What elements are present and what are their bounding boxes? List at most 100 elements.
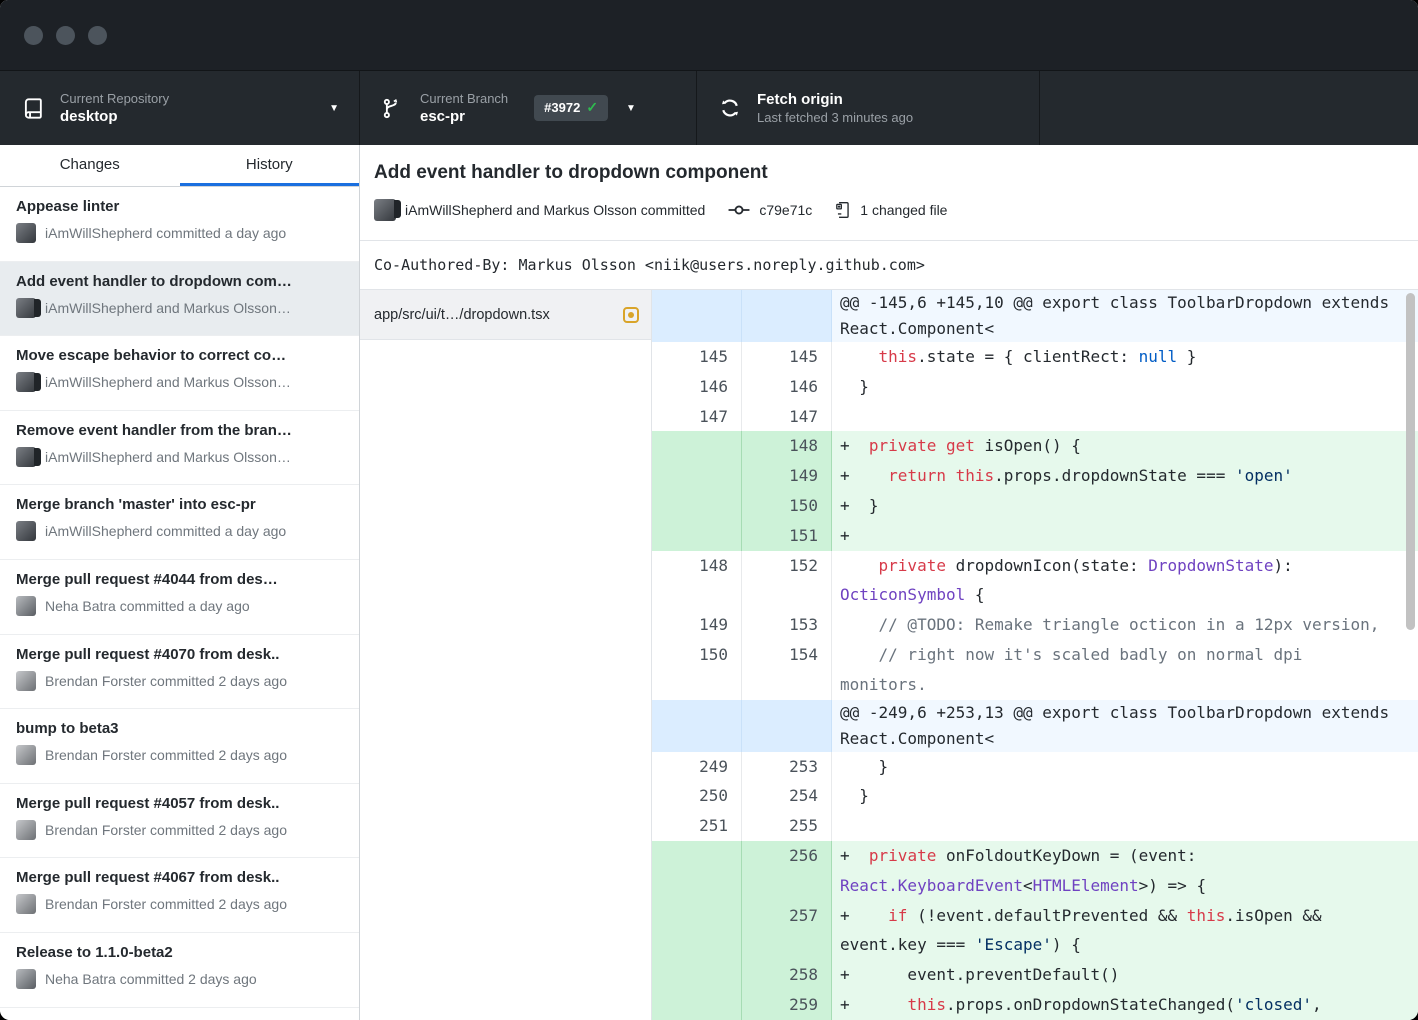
diff-row: 259+ this.props.onDropdownStateChanged('… — [652, 990, 1418, 1020]
diff-row: 256+ private onFoldoutKeyDown = (event: … — [652, 841, 1418, 901]
diff-row: 148152 private dropdownIcon(state: Dropd… — [652, 551, 1418, 611]
fetch-subtitle: Last fetched 3 minutes ago — [757, 109, 913, 126]
avatar — [16, 372, 36, 392]
branch-icon — [382, 98, 406, 119]
diff-row: 150154 // right now it's scaled badly on… — [652, 640, 1418, 700]
avatar — [16, 596, 36, 616]
repo-icon — [22, 97, 46, 120]
zoom-button[interactable] — [88, 26, 107, 45]
commit-description: Co-Authored-By: Markus Olsson <niik@user… — [360, 240, 1418, 290]
diff-line-content: + private get isOpen() { — [832, 431, 1418, 461]
commit-item-meta: Brendan Forster committed 2 days ago — [16, 894, 343, 914]
branch-label: Current Branch — [420, 90, 508, 107]
old-line-number: 249 — [652, 752, 742, 782]
tab-history[interactable]: History — [180, 145, 360, 186]
branch-name: esc-pr — [420, 107, 508, 126]
commit-list-item[interactable]: Move escape behavior to correct co… iAmWi… — [0, 336, 359, 411]
commit-item-title: Move escape behavior to correct co… — [16, 347, 343, 364]
commit-title: Add event handler to dropdown component — [374, 162, 1402, 184]
file-row[interactable]: app/src/ui/t…/dropdown.tsx — [360, 290, 651, 340]
diff-row: 258+ event.preventDefault() — [652, 960, 1418, 990]
avatar — [16, 745, 36, 765]
old-line-number — [652, 521, 742, 551]
commit-item-title: bump to beta3 — [16, 720, 343, 737]
commit-item-meta: iAmWillShepherd committed a day ago — [16, 223, 343, 243]
file-path: app/src/ui/t…/dropdown.tsx — [374, 307, 623, 323]
diff-line-content: @@ -249,6 +253,13 @@ export class Toolba… — [832, 700, 1418, 752]
new-line-number — [742, 700, 832, 752]
commit-list: Appease linter iAmWillShepherd committed … — [0, 187, 359, 1020]
commit-list-item[interactable]: Appease linter iAmWillShepherd committed … — [0, 187, 359, 262]
repository-dropdown-button[interactable]: Current Repository desktop ▼ — [0, 71, 360, 145]
commit-list-item[interactable]: Merge pull request #4044 from des…Neha B… — [0, 560, 359, 635]
commit-item-byline: iAmWillShepherd committed a day ago — [45, 225, 286, 241]
history-sidebar: Changes History Appease linter iAmWillShe… — [0, 145, 360, 1020]
commit-item-byline: iAmWillShepherd and Markus Olsson… — [45, 449, 291, 465]
commit-list-item[interactable]: Remove event handler from the bran… iAmWi… — [0, 411, 359, 486]
diff-line-content: this.state = { clientRect: null } — [832, 342, 1418, 372]
commit-item-meta: iAmWillShepherd and Markus Olsson… — [16, 372, 343, 392]
commit-list-item[interactable]: Merge pull request #4056 from desk.. — [0, 1008, 359, 1020]
diff-line-content: } — [832, 752, 1418, 782]
minimize-button[interactable] — [56, 26, 75, 45]
commit-list-item[interactable]: Release to 1.1.0-beta2Neha Batra committ… — [0, 933, 359, 1008]
close-button[interactable] — [24, 26, 43, 45]
commit-list-item[interactable]: Add event handler to dropdown com… iAmWil… — [0, 262, 359, 337]
new-line-number: 153 — [742, 610, 832, 640]
commit-item-byline: Neha Batra committed a day ago — [45, 598, 250, 614]
diff-line-content: + — [832, 521, 1418, 551]
new-line-number: 253 — [742, 752, 832, 782]
new-line-number: 152 — [742, 551, 832, 611]
commit-item-title: Appease linter — [16, 198, 343, 215]
commit-item-title: Remove event handler from the bran… — [16, 422, 343, 439]
commit-list-item[interactable]: bump to beta3Brendan Forster committed 2… — [0, 709, 359, 784]
old-line-number — [652, 491, 742, 521]
modified-status-icon — [623, 307, 639, 323]
commit-list-item[interactable]: Merge pull request #4070 from desk..Bren… — [0, 635, 359, 710]
commit-item-title: Add event handler to dropdown com… — [16, 273, 343, 290]
new-line-number: 147 — [742, 402, 832, 432]
toolbar: Current Repository desktop ▼ Current Bra… — [0, 70, 1418, 145]
commit-list-item[interactable]: Merge branch 'master' into esc-priAmWill… — [0, 485, 359, 560]
pr-status-badge: #3972 ✓ — [534, 95, 608, 121]
commit-item-meta: iAmWillShepherd and Markus Olsson… — [16, 298, 343, 318]
pr-number: #3972 — [544, 100, 580, 115]
changed-files-count: 1 changed file — [860, 202, 947, 218]
commit-item-byline: Brendan Forster committed 2 days ago — [45, 673, 287, 689]
new-line-number: 146 — [742, 372, 832, 402]
titlebar[interactable] — [0, 0, 1418, 70]
diff-scrollbar-thumb[interactable] — [1406, 293, 1415, 630]
old-line-number: 147 — [652, 402, 742, 432]
diff-line-content: } — [832, 372, 1418, 402]
fetch-origin-button[interactable]: Fetch origin Last fetched 3 minutes ago — [697, 71, 1040, 145]
diff-line-content — [832, 811, 1418, 841]
old-line-number: 250 — [652, 781, 742, 811]
diff-line-content: + } — [832, 491, 1418, 521]
diff-line-content: } — [832, 781, 1418, 811]
commit-item-title: Merge pull request #4067 from desk.. — [16, 869, 343, 886]
commit-header: Add event handler to dropdown component … — [360, 145, 1418, 240]
new-line-number: 148 — [742, 431, 832, 461]
avatar — [16, 671, 36, 691]
diff-row: @@ -249,6 +253,13 @@ export class Toolba… — [652, 700, 1418, 752]
diff-row: 257+ if (!event.defaultPrevented && this… — [652, 901, 1418, 961]
old-line-number — [652, 431, 742, 461]
commit-sha[interactable]: c79e71c — [759, 202, 812, 218]
repository-label: Current Repository — [60, 90, 169, 107]
commit-detail-pane: Add event handler to dropdown component … — [360, 145, 1418, 1020]
check-icon: ✓ — [586, 99, 598, 116]
repository-name: desktop — [60, 107, 169, 126]
chevron-down-icon: ▼ — [626, 103, 636, 114]
old-line-number: 149 — [652, 610, 742, 640]
avatar — [374, 199, 396, 221]
branch-dropdown-button[interactable]: Current Branch esc-pr #3972 ✓ ▼ — [360, 71, 697, 145]
old-line-number — [652, 461, 742, 491]
diff-row: 149153 // @TODO: Remake triangle octicon… — [652, 610, 1418, 640]
tab-changes[interactable]: Changes — [0, 145, 180, 186]
commit-list-item[interactable]: Merge pull request #4057 from desk..Bren… — [0, 784, 359, 859]
commit-list-item[interactable]: Merge pull request #4067 from desk.. Bren… — [0, 858, 359, 933]
diff-row: 147147 — [652, 402, 1418, 432]
diff-line-content: + event.preventDefault() — [832, 960, 1418, 990]
diff-row: 249253 } — [652, 752, 1418, 782]
new-line-number: 256 — [742, 841, 832, 901]
